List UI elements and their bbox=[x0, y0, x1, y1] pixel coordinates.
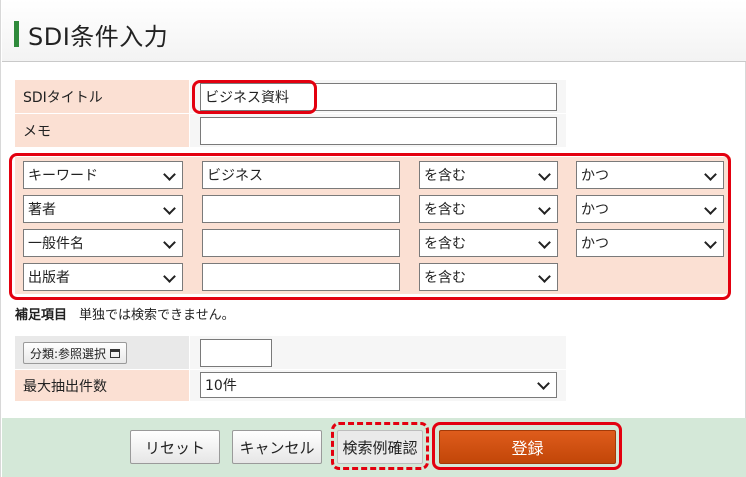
memo-label: メモ bbox=[15, 114, 189, 147]
condition-field-select-3[interactable]: 一般件名 bbox=[23, 229, 183, 257]
condition-value-input-1[interactable]: ビジネス bbox=[202, 161, 400, 189]
max-results-select[interactable]: 10件 bbox=[200, 372, 557, 398]
condition-field-value: キーワード bbox=[28, 168, 98, 184]
max-results-value: 10件 bbox=[205, 378, 237, 394]
supplement-heading: 補足項目 bbox=[15, 308, 68, 323]
condition-match-value: を含む bbox=[424, 168, 466, 184]
condition-match-value: を含む bbox=[424, 270, 466, 286]
condition-match-select-1[interactable]: を含む bbox=[419, 161, 558, 189]
chevron-down-icon bbox=[538, 168, 551, 181]
condition-field-value: 出版者 bbox=[28, 270, 70, 286]
cancel-button[interactable]: キャンセル bbox=[232, 430, 322, 464]
sdi-title-input[interactable]: ビジネス資料 bbox=[200, 83, 557, 111]
condition-value-input-4[interactable] bbox=[202, 263, 400, 291]
classification-input[interactable] bbox=[200, 339, 272, 367]
condition-field-select-1[interactable]: キーワード bbox=[23, 161, 183, 189]
condition-field-value: 著者 bbox=[28, 202, 56, 218]
page-header: SDI条件入力 bbox=[2, 0, 746, 62]
window-frame: SDI条件入力 SDIタイトル ビジネス資料 メモ キーワード ビジネス を含む… bbox=[0, 0, 746, 477]
title-accent-bar bbox=[14, 21, 19, 47]
chevron-down-icon bbox=[163, 202, 176, 215]
chevron-down-icon bbox=[163, 236, 176, 249]
chevron-down-icon bbox=[704, 236, 717, 249]
reset-button[interactable]: リセット bbox=[130, 430, 220, 464]
condition-match-select-4[interactable]: を含む bbox=[419, 263, 558, 291]
chevron-down-icon bbox=[538, 236, 551, 249]
condition-logic-select-3[interactable]: かつ bbox=[576, 229, 724, 257]
condition-field-select-4[interactable]: 出版者 bbox=[23, 263, 183, 291]
chevron-down-icon bbox=[704, 168, 717, 181]
chevron-down-icon bbox=[537, 377, 550, 390]
condition-field-value: 一般件名 bbox=[28, 236, 84, 252]
condition-match-value: を含む bbox=[424, 202, 466, 218]
chevron-down-icon bbox=[163, 168, 176, 181]
condition-match-select-3[interactable]: を含む bbox=[419, 229, 558, 257]
condition-match-select-2[interactable]: を含む bbox=[419, 195, 558, 223]
condition-value-input-2[interactable] bbox=[202, 195, 400, 223]
register-button[interactable]: 登録 bbox=[439, 430, 616, 464]
condition-logic-select-1[interactable]: かつ bbox=[576, 161, 724, 189]
classification-select-button[interactable]: 分類:参照選択 bbox=[23, 342, 128, 364]
supplement-note: 補足項目 単独では検索できません。 bbox=[15, 304, 235, 323]
condition-logic-value: かつ bbox=[581, 168, 609, 184]
max-results-label: 最大抽出件数 bbox=[15, 370, 189, 401]
classification-button-label: 分類:参照選択 bbox=[30, 346, 107, 361]
window-icon bbox=[110, 348, 121, 358]
condition-logic-value: かつ bbox=[581, 236, 609, 252]
condition-logic-value: かつ bbox=[581, 202, 609, 218]
memo-input[interactable] bbox=[200, 117, 557, 145]
page-title: SDI条件入力 bbox=[28, 23, 169, 51]
chevron-down-icon bbox=[538, 202, 551, 215]
chevron-down-icon bbox=[704, 202, 717, 215]
chevron-down-icon bbox=[163, 270, 176, 283]
condition-match-value: を含む bbox=[424, 236, 466, 252]
condition-field-select-2[interactable]: 著者 bbox=[23, 195, 183, 223]
condition-value-input-3[interactable] bbox=[202, 229, 400, 257]
sdi-title-label: SDIタイトル bbox=[15, 80, 189, 113]
supplement-note-text: 単独では検索できません。 bbox=[79, 308, 235, 323]
chevron-down-icon bbox=[538, 270, 551, 283]
condition-logic-select-2[interactable]: かつ bbox=[576, 195, 724, 223]
search-example-button[interactable]: 検索例確認 bbox=[337, 430, 423, 464]
